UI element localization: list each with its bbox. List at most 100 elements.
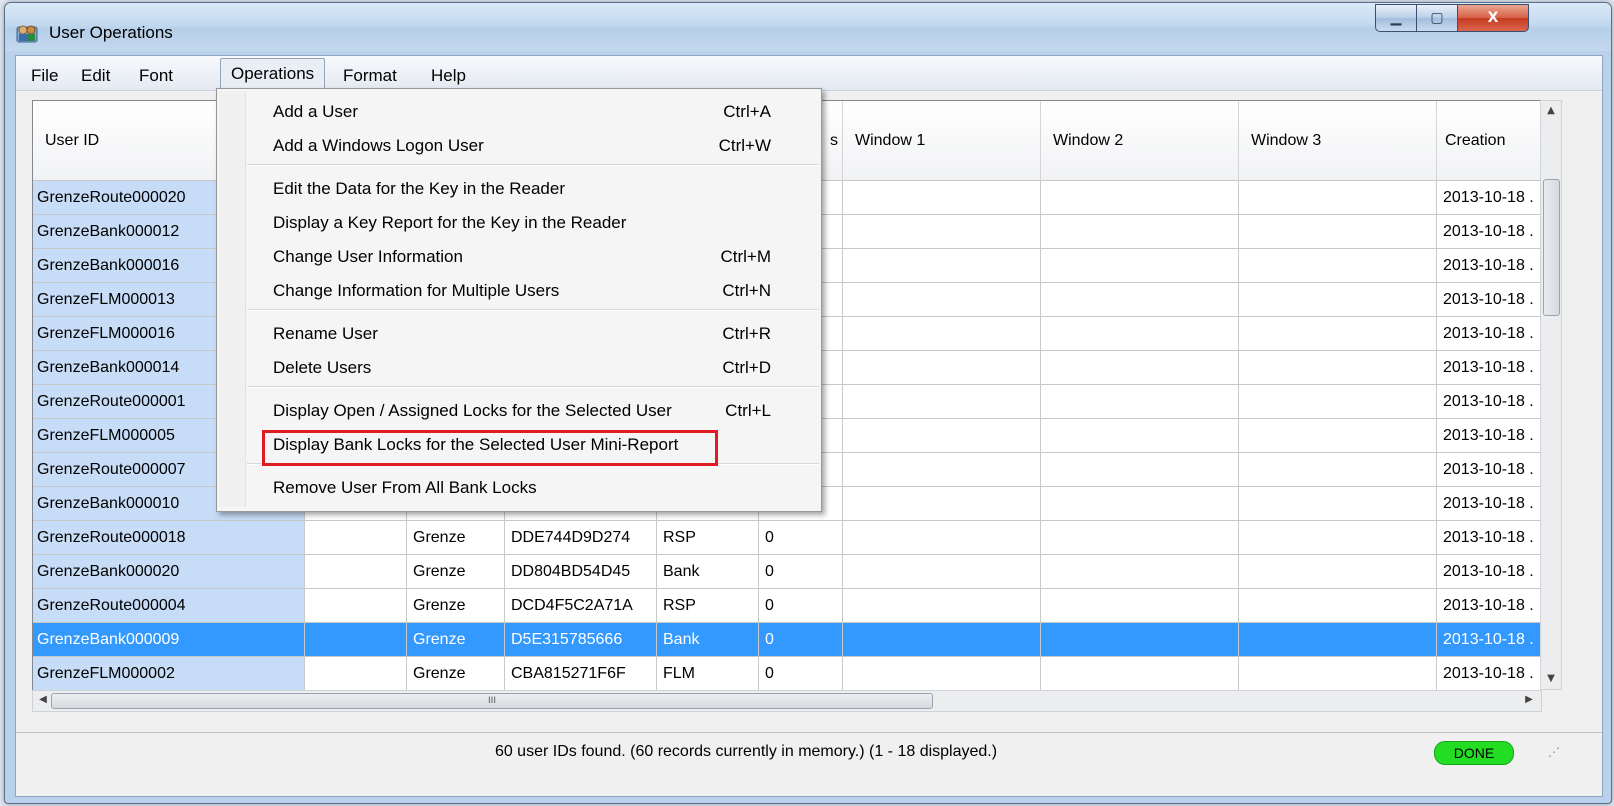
cell-creation[interactable]: 2013-10-18 . bbox=[1437, 487, 1541, 521]
cell-c4[interactable]: DDE744D9D274 bbox=[505, 521, 657, 555]
vertical-scrollbar[interactable]: ▲ ▼ bbox=[1540, 100, 1562, 690]
cell-creation[interactable]: 2013-10-18 . bbox=[1437, 249, 1541, 283]
cell-w2[interactable] bbox=[1041, 521, 1239, 555]
cell-w3[interactable] bbox=[1239, 657, 1437, 691]
cell-w2[interactable] bbox=[1041, 283, 1239, 317]
cell-c4[interactable]: CBA815271F6F bbox=[505, 657, 657, 691]
cell-w2[interactable] bbox=[1041, 249, 1239, 283]
header-window-3[interactable]: Window 3 bbox=[1239, 101, 1437, 181]
cell-c5[interactable]: Bank bbox=[657, 623, 759, 657]
cell-w2[interactable] bbox=[1041, 657, 1239, 691]
size-grip-icon[interactable]: ⋰ bbox=[1548, 745, 1560, 759]
title-bar[interactable]: User Operations ▁ ▢ X bbox=[5, 3, 1611, 51]
cell-c4[interactable]: DD804BD54D45 bbox=[505, 555, 657, 589]
cell-w3[interactable] bbox=[1239, 181, 1437, 215]
cell-c2[interactable] bbox=[305, 521, 407, 555]
table-row[interactable]: GrenzeFLM000002 Grenze CBA815271F6F FLM 0 201… bbox=[33, 657, 1541, 691]
cell-w3[interactable] bbox=[1239, 385, 1437, 419]
scroll-down-icon[interactable]: ▼ bbox=[1541, 673, 1561, 684]
cell-w2[interactable] bbox=[1041, 589, 1239, 623]
cell-w3[interactable] bbox=[1239, 555, 1437, 589]
scroll-up-icon[interactable]: ▲ bbox=[1541, 105, 1561, 116]
cell-w1[interactable] bbox=[843, 419, 1041, 453]
cell-w3[interactable] bbox=[1239, 215, 1437, 249]
cell-creation[interactable]: 2013-10-18 . bbox=[1437, 623, 1541, 657]
minimize-button[interactable]: ▁ bbox=[1375, 4, 1417, 32]
cell-w3[interactable] bbox=[1239, 317, 1437, 351]
cell-c3[interactable]: Grenze bbox=[407, 555, 505, 589]
table-row[interactable]: GrenzeBank000020 Grenze DD804BD54D45 Bank 0 2… bbox=[33, 555, 1541, 589]
menu-item-display-bank-locks-for-the-selected-user-mini-report[interactable]: Display Bank Locks for the Selected User… bbox=[247, 426, 817, 460]
cell-creation[interactable]: 2013-10-18 . bbox=[1437, 419, 1541, 453]
cell-c6[interactable]: 0 bbox=[759, 521, 843, 555]
cell-w2[interactable] bbox=[1041, 419, 1239, 453]
cell-c6[interactable]: 0 bbox=[759, 589, 843, 623]
menu-item-add-a-user[interactable]: Add a User Ctrl+A bbox=[247, 93, 817, 127]
cell-w1[interactable] bbox=[843, 317, 1041, 351]
cell-w1[interactable] bbox=[843, 283, 1041, 317]
cell-creation[interactable]: 2013-10-18 . bbox=[1437, 215, 1541, 249]
menu-item-rename-user[interactable]: Rename User Ctrl+R bbox=[247, 315, 817, 349]
menu-item-remove-user-from-all-bank-locks[interactable]: Remove User From All Bank Locks bbox=[247, 469, 817, 503]
cell-c3[interactable]: Grenze bbox=[407, 623, 505, 657]
cell-w2[interactable] bbox=[1041, 385, 1239, 419]
cell-w3[interactable] bbox=[1239, 623, 1437, 657]
cell-w1[interactable] bbox=[843, 487, 1041, 521]
cell-creation[interactable]: 2013-10-18 . bbox=[1437, 657, 1541, 691]
cell-w1[interactable] bbox=[843, 215, 1041, 249]
cell-c3[interactable]: Grenze bbox=[407, 521, 505, 555]
cell-c5[interactable]: RSP bbox=[657, 521, 759, 555]
horizontal-scroll-thumb[interactable]: III bbox=[51, 693, 933, 709]
cell-w3[interactable] bbox=[1239, 283, 1437, 317]
menu-format[interactable]: Format bbox=[343, 66, 397, 86]
menu-item-edit-the-data-for-the-key-in-the-reader[interactable]: Edit the Data for the Key in the Reader bbox=[247, 170, 817, 204]
cell-w1[interactable] bbox=[843, 181, 1041, 215]
cell-c2[interactable] bbox=[305, 623, 407, 657]
cell-creation[interactable]: 2013-10-18 . bbox=[1437, 181, 1541, 215]
cell-w2[interactable] bbox=[1041, 623, 1239, 657]
cell-c4[interactable]: D5E315785666 bbox=[505, 623, 657, 657]
cell-w1[interactable] bbox=[843, 623, 1041, 657]
cell-c3[interactable]: Grenze bbox=[407, 657, 505, 691]
cell-c5[interactable]: FLM bbox=[657, 657, 759, 691]
header-creation[interactable]: Creation bbox=[1437, 101, 1541, 181]
menu-help[interactable]: Help bbox=[431, 66, 466, 86]
cell-w1[interactable] bbox=[843, 555, 1041, 589]
cell-w3[interactable] bbox=[1239, 589, 1437, 623]
cell-w1[interactable] bbox=[843, 351, 1041, 385]
menu-item-display-open-assigned-locks-for-the-selected-user[interactable]: Display Open / Assigned Locks for the Se… bbox=[247, 392, 817, 426]
cell-w2[interactable] bbox=[1041, 351, 1239, 385]
cell-c6[interactable]: 0 bbox=[759, 657, 843, 691]
cell-c5[interactable]: RSP bbox=[657, 589, 759, 623]
cell-c3[interactable]: Grenze bbox=[407, 589, 505, 623]
cell-w1[interactable] bbox=[843, 249, 1041, 283]
close-button[interactable]: X bbox=[1457, 4, 1529, 32]
cell-w3[interactable] bbox=[1239, 453, 1437, 487]
cell-user-id[interactable]: GrenzeRoute000004 bbox=[33, 589, 305, 623]
menu-edit[interactable]: Edit bbox=[81, 66, 110, 86]
cell-user-id[interactable]: GrenzeBank000009 bbox=[33, 623, 305, 657]
menu-item-delete-users[interactable]: Delete Users Ctrl+D bbox=[247, 349, 817, 383]
cell-w2[interactable] bbox=[1041, 181, 1239, 215]
menu-item-display-a-key-report-for-the-key-in-the-reader[interactable]: Display a Key Report for the Key in the … bbox=[247, 204, 817, 238]
cell-creation[interactable]: 2013-10-18 . bbox=[1437, 453, 1541, 487]
cell-w2[interactable] bbox=[1041, 453, 1239, 487]
cell-w2[interactable] bbox=[1041, 317, 1239, 351]
cell-c6[interactable]: 0 bbox=[759, 555, 843, 589]
cell-w3[interactable] bbox=[1239, 351, 1437, 385]
menu-font[interactable]: Font bbox=[139, 66, 173, 86]
cell-creation[interactable]: 2013-10-18 . bbox=[1437, 521, 1541, 555]
cell-c4[interactable]: DCD4F5C2A71A bbox=[505, 589, 657, 623]
header-window-2[interactable]: Window 2 bbox=[1041, 101, 1239, 181]
cell-w3[interactable] bbox=[1239, 487, 1437, 521]
table-row[interactable]: GrenzeBank000009 Grenze D5E315785666 Bank 0 2… bbox=[33, 623, 1541, 657]
table-row[interactable]: GrenzeRoute000004 Grenze DCD4F5C2A71A RSP 0 2… bbox=[33, 589, 1541, 623]
cell-w3[interactable] bbox=[1239, 521, 1437, 555]
cell-w1[interactable] bbox=[843, 453, 1041, 487]
cell-creation[interactable]: 2013-10-18 . bbox=[1437, 385, 1541, 419]
cell-w3[interactable] bbox=[1239, 419, 1437, 453]
menu-operations[interactable]: Operations bbox=[220, 58, 326, 89]
horizontal-scrollbar[interactable]: ◀ III ▶ bbox=[32, 690, 1542, 712]
cell-w2[interactable] bbox=[1041, 215, 1239, 249]
cell-w1[interactable] bbox=[843, 385, 1041, 419]
